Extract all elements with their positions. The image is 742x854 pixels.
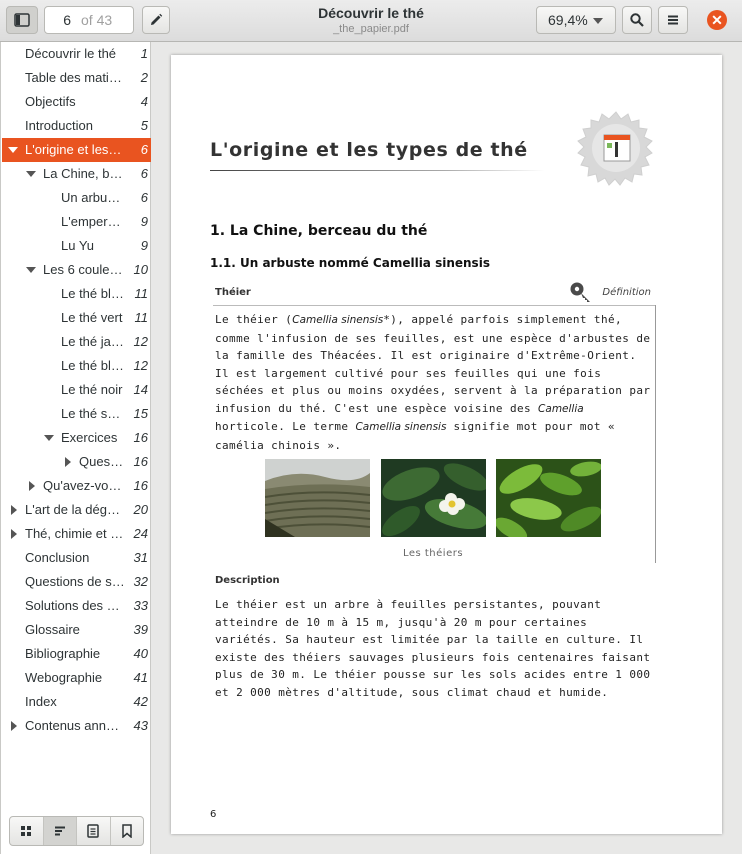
toc-item[interactable]: Les 6 couleurs du thé10: [2, 258, 151, 282]
outline-icon: [54, 826, 65, 836]
toc-item[interactable]: L'empereur Shennong9: [2, 210, 151, 234]
toc-item[interactable]: Objectifs 4: [2, 90, 151, 114]
page-number-field[interactable]: 6 of 43: [44, 6, 134, 34]
definition-box-label: Théier: [215, 287, 251, 298]
toc-item[interactable]: Table des matières 2: [2, 66, 151, 90]
toc-item[interactable]: Le thé bleu-vert12: [2, 354, 151, 378]
zoom-dropdown[interactable]: 69,4%: [536, 6, 616, 34]
toc-item-selected[interactable]: L'origine et les types de thé6: [2, 138, 151, 162]
description-text: Le théier est un arbre à feuilles persis…: [215, 598, 651, 699]
definition-type-label: Définition: [602, 287, 651, 298]
section-heading: 1. La Chine, berceau du thé: [210, 223, 428, 239]
document-title: Découvrir le thé: [318, 5, 424, 21]
annotations-button[interactable]: [77, 817, 111, 845]
toc-item[interactable]: Glossaire 39: [2, 618, 151, 642]
expander-icon[interactable]: [11, 529, 17, 539]
toc-item[interactable]: Index 42: [2, 690, 151, 714]
close-button[interactable]: ✕: [707, 10, 727, 30]
hamburger-icon: [668, 15, 678, 25]
image-caption: Les théiers: [402, 548, 464, 559]
tea-leaves-image: [496, 459, 601, 537]
toc-item[interactable]: Découvrir le thé 1: [2, 42, 151, 66]
grid-icon: [21, 826, 32, 836]
bookmark-icon: [122, 824, 132, 838]
toc-item[interactable]: Lu Yu 9: [2, 234, 151, 258]
notes-icon: [87, 824, 99, 838]
window-title: Découvrir le thé _the_papier.pdf: [260, 5, 482, 35]
header-bar: 6 of 43 Découvrir le thé _the_papier.pdf…: [0, 0, 742, 42]
close-icon: ✕: [711, 11, 723, 28]
chapter-title: L'origine et les types de thé: [210, 139, 528, 161]
definition-text: Le théier (Camellia sinensis*), appelé p…: [215, 313, 651, 452]
expander-icon[interactable]: [44, 435, 54, 441]
outline-sidebar: Découvrir le thé 1 Table des matières 2 Ob…: [0, 42, 151, 854]
toc-item[interactable]: Le thé jaune12: [2, 330, 151, 354]
toc-item[interactable]: Le thé blanc 11: [2, 282, 151, 306]
toc-item[interactable]: Qu'avez-vous retenu ?16: [2, 474, 151, 498]
toc-item[interactable]: Le thé sombre15: [2, 402, 151, 426]
toc-item[interactable]: La Chine, berceau du thé6: [2, 162, 151, 186]
tea-flower-image: [381, 459, 486, 537]
expander-icon[interactable]: [29, 481, 35, 491]
toc-item[interactable]: L'art de la dégustation20: [2, 498, 151, 522]
expander-icon[interactable]: [11, 721, 17, 731]
toc-item[interactable]: Le thé noir 14: [2, 378, 151, 402]
toc-item[interactable]: Questions16: [2, 450, 151, 474]
expander-icon[interactable]: [65, 457, 71, 467]
toc-item[interactable]: Conclusion 31: [2, 546, 151, 570]
outline-button[interactable]: [43, 817, 77, 845]
toc-item[interactable]: Solutions des exercices33: [2, 594, 151, 618]
document-page: L'origine et les types de thé 1. La Chin…: [171, 55, 722, 834]
bookmarks-button[interactable]: [111, 817, 144, 845]
expander-icon[interactable]: [11, 505, 17, 515]
tea-plantation-image: [265, 459, 370, 537]
page-total-label: of 43: [81, 12, 113, 28]
toc-item[interactable]: Contenus annexes 43: [2, 714, 151, 738]
annotate-button[interactable]: [142, 6, 170, 34]
toc-item[interactable]: Bibliographie 40: [2, 642, 151, 666]
chapter-badge-icon: [577, 111, 653, 186]
toc-item[interactable]: Exercices 16: [2, 426, 151, 450]
file-name: _the_papier.pdf: [333, 23, 409, 35]
expander-icon[interactable]: [26, 171, 36, 177]
sidebar-toggle-button[interactable]: [6, 6, 38, 34]
toc-item[interactable]: Webographie 41: [2, 666, 151, 690]
expander-icon[interactable]: [26, 267, 36, 273]
toc-item[interactable]: Un arbuste nommé Camellia sinensis6: [2, 186, 151, 210]
menu-button[interactable]: [658, 6, 688, 34]
page-footer-number: 6: [210, 809, 217, 820]
toc-item[interactable]: Introduction 5: [2, 114, 151, 138]
search-icon: [630, 13, 644, 27]
current-page-input[interactable]: 6: [45, 12, 81, 28]
definition-box-border: [213, 305, 656, 306]
expander-icon[interactable]: [8, 147, 18, 153]
sidebar-icon: [14, 13, 30, 27]
sidebar-view-switcher: [9, 816, 144, 846]
toc-item[interactable]: Questions de synthèse32: [2, 570, 151, 594]
zoom-value: 69,4%: [548, 12, 588, 28]
search-button[interactable]: [622, 6, 652, 34]
toc-item[interactable]: Le thé vert 11: [2, 306, 151, 330]
toc-item[interactable]: Thé, chimie et santé24: [2, 522, 151, 546]
description-label: Description: [215, 575, 280, 586]
chapter-underline: [210, 170, 545, 171]
subsection-heading: 1.1. Un arbuste nommé Camellia sinensis: [210, 256, 490, 270]
pencil-icon: [151, 13, 163, 25]
thumbnails-button[interactable]: [10, 817, 44, 845]
definition-box-border: [655, 305, 656, 563]
key-icon: [570, 282, 590, 302]
chevron-down-icon: [593, 18, 603, 24]
